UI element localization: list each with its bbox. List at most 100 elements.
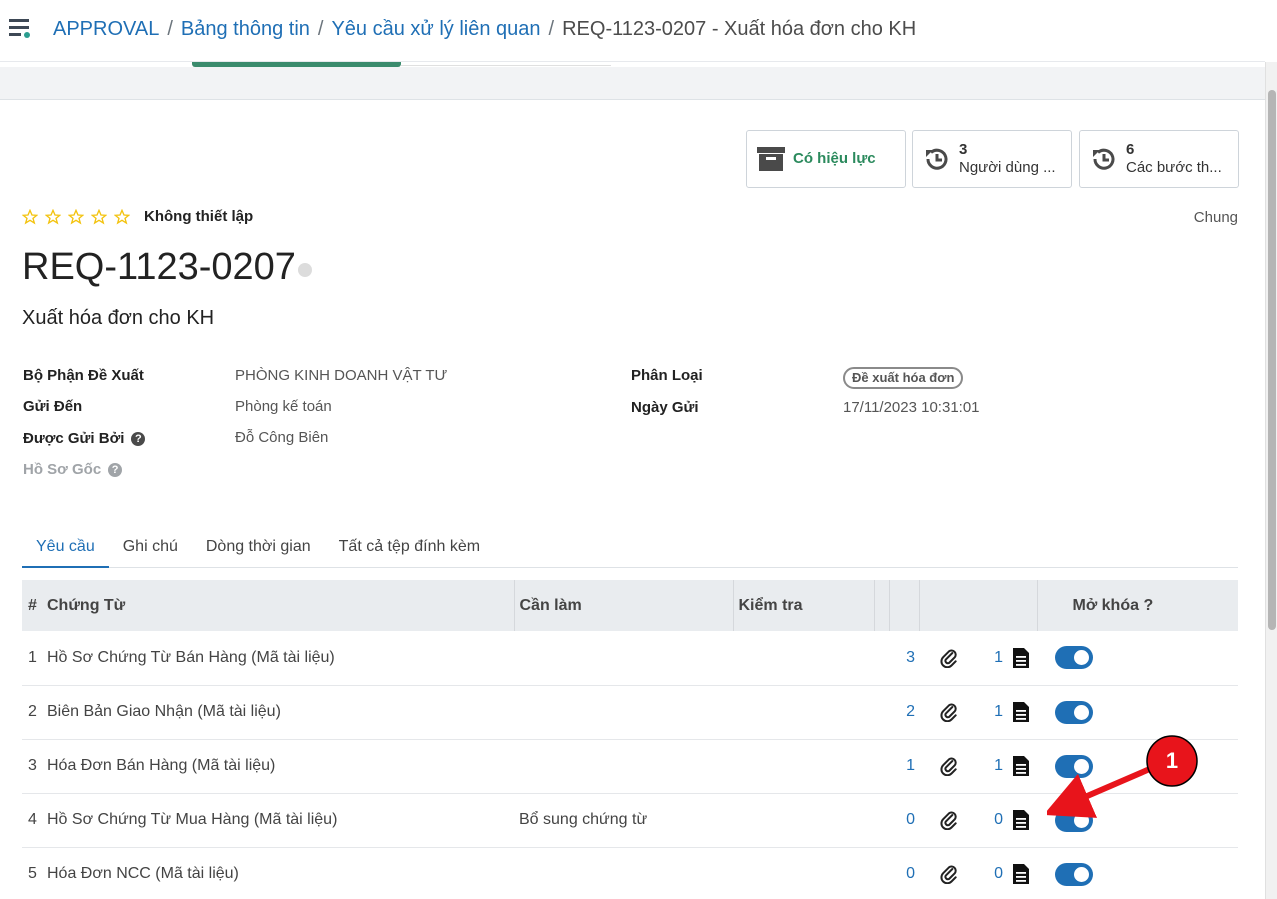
- paperclip-icon[interactable]: [939, 864, 959, 884]
- row-index: 1: [28, 648, 37, 666]
- paperclip-icon[interactable]: [939, 756, 959, 776]
- row-todo[interactable]: [514, 847, 733, 899]
- row-todo[interactable]: [514, 685, 733, 739]
- row-count-link[interactable]: 3: [889, 631, 919, 685]
- sent-by-field: Được Gửi Bởi?: [23, 430, 146, 447]
- row-count-link[interactable]: 1: [889, 739, 919, 793]
- send-to-value[interactable]: Phòng kế toán: [235, 398, 332, 415]
- row-blank: [874, 739, 889, 793]
- column-header-check[interactable]: Kiểm tra: [733, 580, 875, 631]
- row-blank: [874, 793, 889, 847]
- unlock-toggle[interactable]: [1055, 700, 1093, 724]
- row-todo[interactable]: Bổ sung chứng từ: [514, 793, 733, 847]
- row-index: 2: [28, 703, 37, 720]
- scrollbar[interactable]: [1265, 62, 1277, 899]
- star-icon[interactable]: [45, 208, 61, 225]
- steps-count: 6: [1126, 141, 1135, 158]
- document-icon[interactable]: [1012, 863, 1030, 885]
- tab-notes[interactable]: Ghi chú: [109, 528, 192, 568]
- annotation-callout: 1: [1047, 735, 1198, 818]
- unlock-toggle[interactable]: [1055, 646, 1093, 670]
- date-value: 17/11/2023 10:31:01: [843, 399, 980, 416]
- breadcrumb-separator: /: [317, 18, 324, 40]
- row-document[interactable]: Hồ Sơ Chứng Từ Bán Hàng (Mã tài liệu): [44, 631, 514, 685]
- column-header-index: #: [28, 596, 37, 614]
- breadcrumb-separator: /: [548, 18, 555, 40]
- history-icon: [926, 148, 948, 170]
- column-header-unlock[interactable]: Mở khóa ?: [1037, 580, 1238, 631]
- sent-by-value[interactable]: Đỗ Công Biên: [235, 429, 328, 446]
- steps-button[interactable]: 6 Các bước th...: [1079, 130, 1239, 188]
- record-subtitle: Xuất hóa đơn cho KH: [22, 307, 215, 329]
- archive-icon: [757, 147, 785, 171]
- column-header-document[interactable]: Chứng Từ: [44, 580, 515, 631]
- breadcrumb-approval[interactable]: APPROVAL: [53, 18, 159, 40]
- row-attachment-count[interactable]: 1: [978, 685, 1009, 739]
- row-index: 5: [28, 865, 37, 882]
- table-row[interactable]: 5 Hóa Đơn NCC (Mã tài liệu) 0 0: [22, 847, 1238, 899]
- row-count-link[interactable]: 0: [889, 847, 919, 899]
- star-icon[interactable]: [68, 208, 84, 225]
- table-header: # Chứng Từ Cần làm Kiểm tra Mở khóa ?: [22, 580, 1238, 631]
- row-attachment-count[interactable]: 0: [978, 847, 1009, 899]
- users-count: 3: [959, 141, 968, 158]
- tab-requests[interactable]: Yêu cầu: [22, 528, 109, 568]
- row-attachment-count[interactable]: 1: [978, 739, 1009, 793]
- menu-toggle-icon[interactable]: [8, 16, 32, 40]
- row-attachment-count[interactable]: 0: [978, 793, 1009, 847]
- table-row[interactable]: 1 Hồ Sơ Chứng Từ Bán Hàng (Mã tài liệu) 3 1: [22, 631, 1238, 685]
- department-value[interactable]: PHÒNG KINH DOANH VẬT TƯ: [235, 367, 447, 384]
- row-document[interactable]: Hóa Đơn NCC (Mã tài liệu): [44, 847, 514, 899]
- row-check[interactable]: [733, 793, 874, 847]
- status-dot: [297, 263, 312, 277]
- origin-field: Hồ Sơ Gốc?: [23, 461, 123, 478]
- breadcrumb-dashboard[interactable]: Bảng thông tin: [181, 18, 310, 40]
- paperclip-icon[interactable]: [939, 702, 959, 722]
- document-icon[interactable]: [1012, 755, 1030, 777]
- star-icon[interactable]: [22, 208, 38, 225]
- paperclip-icon[interactable]: [939, 648, 959, 668]
- help-icon[interactable]: ?: [131, 431, 146, 446]
- department-label: Bộ Phận Đề Xuất: [23, 367, 144, 384]
- row-index: 4: [28, 811, 37, 828]
- document-icon[interactable]: [1012, 647, 1030, 669]
- breadcrumb-current: REQ-1123-0207 - Xuất hóa đơn cho KH: [562, 18, 917, 40]
- row-check[interactable]: [733, 685, 874, 739]
- breadcrumb-separator: /: [167, 18, 173, 40]
- row-blank: [874, 631, 889, 685]
- row-document[interactable]: Biên Bản Giao Nhận (Mã tài liệu): [44, 685, 514, 739]
- document-icon[interactable]: [1012, 701, 1030, 723]
- tab-timeline[interactable]: Dòng thời gian: [192, 528, 325, 568]
- row-todo[interactable]: [514, 631, 733, 685]
- row-check[interactable]: [733, 739, 874, 793]
- row-todo[interactable]: [514, 739, 733, 793]
- notebook-tabs: Yêu cầu Ghi chú Dòng thời gian Tất cả tệ…: [22, 528, 1238, 568]
- column-header-todo[interactable]: Cần làm: [514, 580, 734, 631]
- steps-label: Các bước th...: [1126, 159, 1222, 176]
- annotation-arrow: [1047, 765, 1154, 818]
- paperclip-icon[interactable]: [939, 810, 959, 830]
- row-attachment-count[interactable]: 1: [978, 631, 1009, 685]
- statusbar: [0, 67, 1265, 100]
- row-check[interactable]: [733, 631, 874, 685]
- date-label: Ngày Gửi: [631, 399, 699, 416]
- row-document[interactable]: Hồ Sơ Chứng Từ Mua Hàng (Mã tài liệu): [44, 793, 514, 847]
- scrollbar-thumb[interactable]: [1268, 90, 1276, 630]
- row-check[interactable]: [733, 847, 874, 899]
- tab-attachments[interactable]: Tất cả tệp đính kèm: [325, 528, 494, 568]
- table-row[interactable]: 2 Biên Bản Giao Nhận (Mã tài liệu) 2 1: [22, 685, 1238, 739]
- users-button[interactable]: 3 Người dùng ...: [912, 130, 1072, 188]
- record-title: REQ-1123-0207: [22, 244, 312, 290]
- row-count-link[interactable]: 0: [889, 793, 919, 847]
- unlock-toggle[interactable]: [1055, 862, 1093, 886]
- help-icon[interactable]: ?: [108, 462, 123, 477]
- column-header-blank: [874, 580, 890, 631]
- active-status-button[interactable]: Có hiệu lực: [746, 130, 906, 188]
- top-bar: APPROVAL / Bảng thông tin / Yêu cầu xử lý li…: [0, 0, 1265, 62]
- star-icon[interactable]: [91, 208, 107, 225]
- star-icon[interactable]: [114, 208, 130, 225]
- row-document[interactable]: Hóa Đơn Bán Hàng (Mã tài liệu): [44, 739, 514, 793]
- breadcrumb-related-requests[interactable]: Yêu cầu xử lý liên quan: [331, 18, 540, 40]
- document-icon[interactable]: [1012, 809, 1030, 831]
- row-count-link[interactable]: 2: [889, 685, 919, 739]
